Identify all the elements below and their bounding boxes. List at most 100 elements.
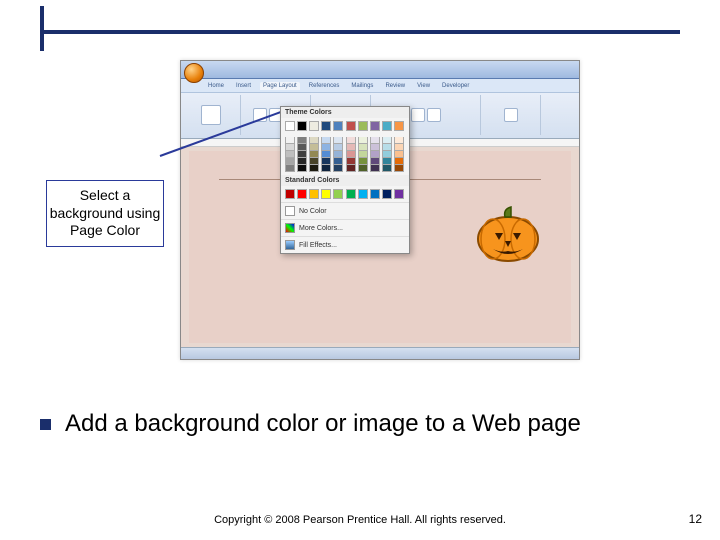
- color-swatch[interactable]: [321, 151, 331, 158]
- color-swatch[interactable]: [297, 121, 307, 131]
- color-swatch[interactable]: [370, 189, 380, 199]
- tab-developer[interactable]: Developer: [439, 82, 472, 90]
- color-swatch[interactable]: [382, 158, 392, 165]
- no-color-item[interactable]: No Color: [281, 202, 409, 219]
- bullet-marker: [40, 419, 51, 430]
- color-swatch[interactable]: [358, 189, 368, 199]
- color-swatch[interactable]: [333, 158, 343, 165]
- color-swatch[interactable]: [321, 165, 331, 172]
- tab-mailings[interactable]: Mailings: [348, 82, 376, 90]
- color-swatch[interactable]: [321, 137, 331, 144]
- color-swatch[interactable]: [309, 144, 319, 151]
- color-swatch[interactable]: [285, 189, 295, 199]
- color-swatch[interactable]: [285, 158, 295, 165]
- color-swatch[interactable]: [346, 144, 356, 151]
- color-swatch[interactable]: [333, 189, 343, 199]
- color-swatch[interactable]: [297, 189, 307, 199]
- color-swatch[interactable]: [394, 189, 404, 199]
- color-swatch[interactable]: [285, 165, 295, 172]
- color-swatch[interactable]: [321, 158, 331, 165]
- ribbon-group-arrange: [481, 95, 541, 135]
- color-swatch[interactable]: [285, 121, 295, 131]
- theme-color-tints: [281, 134, 409, 175]
- color-swatch[interactable]: [346, 151, 356, 158]
- color-picker-theme-header: Theme Colors: [281, 107, 409, 118]
- color-swatch[interactable]: [358, 121, 368, 131]
- color-swatch[interactable]: [370, 137, 380, 144]
- position-button[interactable]: [504, 108, 518, 122]
- color-swatch[interactable]: [382, 137, 392, 144]
- color-swatch[interactable]: [394, 137, 404, 144]
- color-swatch[interactable]: [370, 144, 380, 151]
- color-swatch[interactable]: [358, 151, 368, 158]
- color-swatch[interactable]: [370, 121, 380, 131]
- slide-bullet: Add a background color or image to a Web…: [40, 410, 680, 439]
- ribbon-tabs: Home Insert Page Layout References Maili…: [181, 79, 579, 93]
- color-swatch[interactable]: [382, 121, 392, 131]
- color-swatch[interactable]: [309, 121, 319, 131]
- color-swatch[interactable]: [297, 137, 307, 144]
- color-swatch[interactable]: [285, 137, 295, 144]
- color-swatch[interactable]: [394, 158, 404, 165]
- indent-button[interactable]: [411, 108, 425, 122]
- color-swatch[interactable]: [321, 144, 331, 151]
- color-swatch[interactable]: [309, 158, 319, 165]
- themes-button[interactable]: [201, 105, 221, 125]
- color-swatch[interactable]: [358, 137, 368, 144]
- color-swatch[interactable]: [333, 151, 343, 158]
- tab-insert[interactable]: Insert: [233, 82, 254, 90]
- color-swatch[interactable]: [297, 151, 307, 158]
- bullet-text: Add a background color or image to a Web…: [65, 410, 581, 439]
- color-swatch[interactable]: [297, 158, 307, 165]
- color-swatch[interactable]: [370, 165, 380, 172]
- color-swatch[interactable]: [346, 189, 356, 199]
- color-swatch[interactable]: [333, 144, 343, 151]
- color-swatch[interactable]: [333, 165, 343, 172]
- tab-references[interactable]: References: [306, 82, 343, 90]
- callout-box: Select a background using Page Color: [46, 180, 164, 247]
- color-swatch[interactable]: [333, 137, 343, 144]
- theme-color-row: [281, 118, 409, 134]
- color-swatch[interactable]: [309, 137, 319, 144]
- color-swatch[interactable]: [394, 121, 404, 131]
- color-swatch[interactable]: [358, 158, 368, 165]
- spacing-button[interactable]: [427, 108, 441, 122]
- color-swatch[interactable]: [382, 151, 392, 158]
- color-swatch[interactable]: [285, 151, 295, 158]
- color-swatch[interactable]: [285, 144, 295, 151]
- color-swatch[interactable]: [346, 137, 356, 144]
- color-swatch[interactable]: [358, 165, 368, 172]
- tab-review[interactable]: Review: [382, 82, 408, 90]
- color-swatch[interactable]: [358, 144, 368, 151]
- color-swatch[interactable]: [394, 144, 404, 151]
- color-swatch[interactable]: [297, 165, 307, 172]
- color-swatch[interactable]: [370, 158, 380, 165]
- pumpkin-icon: [473, 203, 543, 268]
- color-swatch[interactable]: [333, 121, 343, 131]
- word-titlebar: [181, 61, 579, 79]
- color-swatch[interactable]: [309, 189, 319, 199]
- color-swatch[interactable]: [309, 151, 319, 158]
- tab-view[interactable]: View: [414, 82, 433, 90]
- tab-page-layout[interactable]: Page Layout: [260, 82, 300, 90]
- more-colors-label: More Colors...: [299, 225, 343, 232]
- color-swatch[interactable]: [382, 189, 392, 199]
- office-button[interactable]: [184, 63, 204, 83]
- color-swatch[interactable]: [346, 165, 356, 172]
- color-swatch[interactable]: [394, 151, 404, 158]
- color-swatch[interactable]: [346, 121, 356, 131]
- tab-home[interactable]: Home: [205, 82, 227, 90]
- color-swatch[interactable]: [382, 165, 392, 172]
- color-picker-standard-header: Standard Colors: [281, 175, 409, 186]
- color-swatch[interactable]: [382, 144, 392, 151]
- color-swatch[interactable]: [297, 144, 307, 151]
- more-colors-item[interactable]: More Colors...: [281, 219, 409, 236]
- color-swatch[interactable]: [321, 121, 331, 131]
- color-swatch[interactable]: [394, 165, 404, 172]
- callout-text: Select a background using Page Color: [50, 187, 161, 238]
- color-swatch[interactable]: [346, 158, 356, 165]
- fill-effects-item[interactable]: Fill Effects...: [281, 236, 409, 253]
- color-swatch[interactable]: [321, 189, 331, 199]
- color-swatch[interactable]: [309, 165, 319, 172]
- color-swatch[interactable]: [370, 151, 380, 158]
